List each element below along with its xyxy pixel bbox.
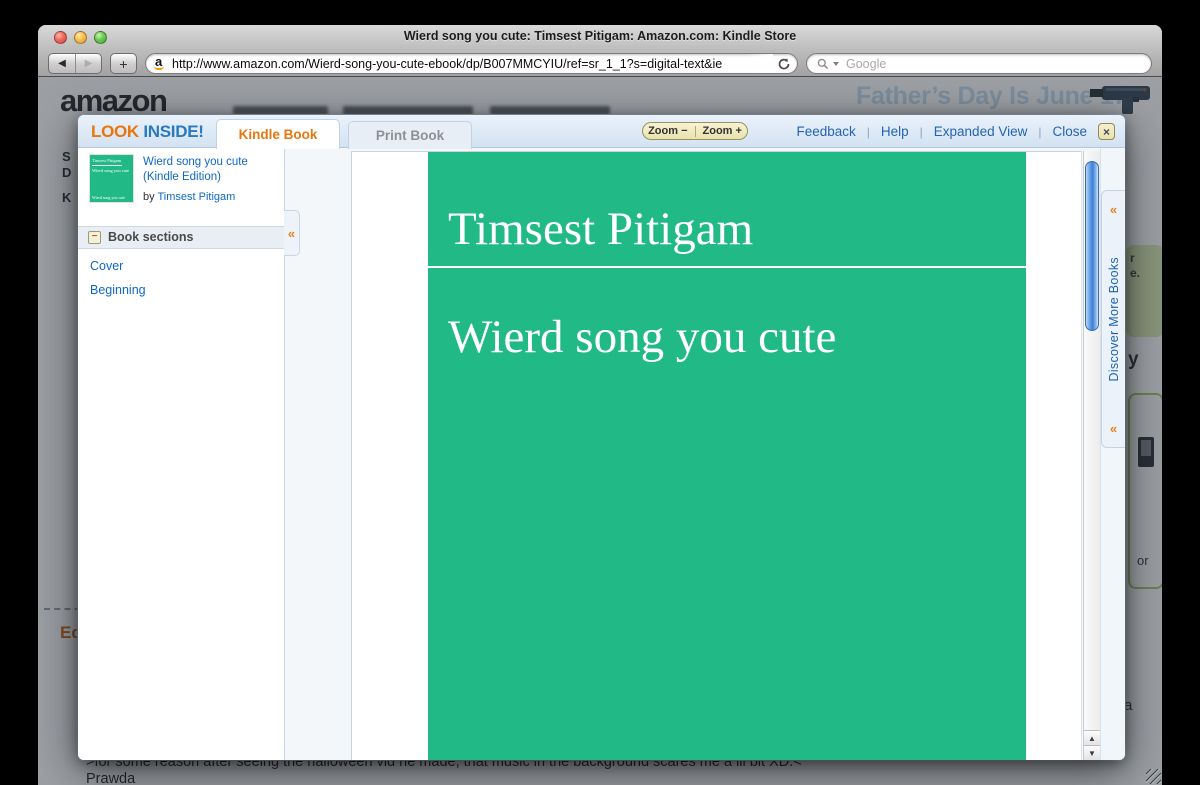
tab-kindle-book[interactable]: Kindle Book bbox=[216, 119, 340, 149]
look-inside-modal: LOOK INSIDE! Kindle Book Print Book Zoom… bbox=[78, 115, 1125, 760]
book-info: Timsest Pitigam Wierd song you cute Wier… bbox=[90, 155, 274, 203]
modal-header: LOOK INSIDE! Kindle Book Print Book Zoom… bbox=[78, 115, 1125, 148]
reload-icon[interactable] bbox=[777, 57, 791, 71]
window-resize-grip[interactable] bbox=[1146, 769, 1161, 784]
amazon-favicon-icon: a bbox=[153, 56, 167, 71]
close-icon[interactable]: × bbox=[1098, 123, 1115, 140]
feedback-link[interactable]: Feedback bbox=[796, 124, 855, 139]
url-text[interactable]: http://www.amazon.com/Wierd-song-you-cut… bbox=[172, 57, 772, 71]
book-cover: Timsest Pitigam Wierd song you cute bbox=[428, 152, 1026, 760]
discover-more-books-tab[interactable]: « Discover More Books « bbox=[1101, 190, 1125, 448]
chevron-left-icon[interactable]: « bbox=[1110, 203, 1117, 216]
forward-button[interactable]: ▶ bbox=[75, 54, 101, 73]
reader-sidebar: Timsest Pitigam Wierd song you cute Wier… bbox=[78, 148, 285, 760]
tab-print-book[interactable]: Print Book bbox=[348, 121, 472, 149]
history-buttons: ◀ ▶ bbox=[48, 53, 102, 74]
collapse-minus-icon[interactable]: − bbox=[88, 231, 101, 244]
search-icon bbox=[817, 58, 829, 70]
sidebar-collapse-tab[interactable]: « bbox=[284, 210, 300, 256]
book-author-line: by Timsest Pitigam bbox=[143, 191, 273, 203]
window-title: Wierd song you cute: Timsest Pitigam: Am… bbox=[38, 29, 1162, 43]
section-link-cover[interactable]: Cover bbox=[90, 259, 284, 273]
modal-body: Timsest Pitigam Wierd song you cute Wier… bbox=[78, 148, 1125, 760]
book-title-link[interactable]: Wierd song you cute (Kindle Edition) bbox=[143, 155, 273, 185]
search-field[interactable]: Google bbox=[806, 53, 1152, 74]
reader-viewport: Timsest Pitigam Wierd song you cute ▲ ▼ bbox=[285, 148, 1100, 760]
back-button[interactable]: ◀ bbox=[49, 54, 75, 73]
zoom-controls: Zoom − Zoom + bbox=[642, 122, 748, 140]
search-engine-dropdown-icon[interactable] bbox=[833, 62, 839, 66]
close-link[interactable]: Close bbox=[1052, 124, 1087, 139]
section-link-beginning[interactable]: Beginning bbox=[90, 283, 284, 297]
browser-chrome: Wierd song you cute: Timsest Pitigam: Am… bbox=[38, 25, 1162, 77]
scroll-up-icon[interactable]: ▲ bbox=[1084, 730, 1100, 745]
look-inside-logo: LOOK INSIDE! bbox=[91, 122, 204, 142]
author-link[interactable]: Timsest Pitigam bbox=[157, 191, 235, 203]
discover-rail: « Discover More Books « bbox=[1100, 148, 1125, 760]
cover-title-text: Wierd song you cute bbox=[448, 310, 836, 364]
book-page: Timsest Pitigam Wierd song you cute bbox=[351, 151, 1082, 760]
modal-menu: Feedback | Help | Expanded View | Close … bbox=[796, 123, 1115, 140]
scrollbar-thumb[interactable] bbox=[1085, 161, 1099, 331]
help-link[interactable]: Help bbox=[881, 124, 909, 139]
scroll-down-icon[interactable]: ▼ bbox=[1084, 745, 1100, 760]
zoom-out-button[interactable]: Zoom − bbox=[648, 125, 687, 137]
browser-toolbar: ◀ ▶ + a http://www.amazon.com/Wierd-song… bbox=[38, 50, 1162, 77]
zoom-in-button[interactable]: Zoom + bbox=[703, 125, 742, 137]
chevron-left-icon: « bbox=[288, 227, 295, 240]
scrollbar-arrows: ▲ ▼ bbox=[1084, 730, 1100, 760]
expanded-view-link[interactable]: Expanded View bbox=[934, 124, 1028, 139]
new-tab-button[interactable]: + bbox=[110, 53, 137, 74]
title-bar[interactable]: Wierd song you cute: Timsest Pitigam: Am… bbox=[38, 25, 1162, 50]
discover-more-books-label[interactable]: Discover More Books bbox=[1107, 257, 1121, 382]
chevron-left-icon[interactable]: « bbox=[1110, 422, 1117, 435]
cover-author-text: Timsest Pitigam bbox=[448, 202, 753, 256]
desktop: Wierd song you cute: Timsest Pitigam: Am… bbox=[0, 0, 1200, 785]
address-bar[interactable]: a http://www.amazon.com/Wierd-song-you-c… bbox=[145, 53, 798, 74]
reader-scrollbar[interactable]: ▲ ▼ bbox=[1083, 151, 1100, 760]
search-placeholder: Google bbox=[846, 57, 886, 71]
book-sections-header[interactable]: − Book sections bbox=[78, 226, 284, 249]
book-thumbnail[interactable]: Timsest Pitigam Wierd song you cute Wier… bbox=[90, 155, 133, 202]
cover-divider-line bbox=[428, 266, 1026, 268]
